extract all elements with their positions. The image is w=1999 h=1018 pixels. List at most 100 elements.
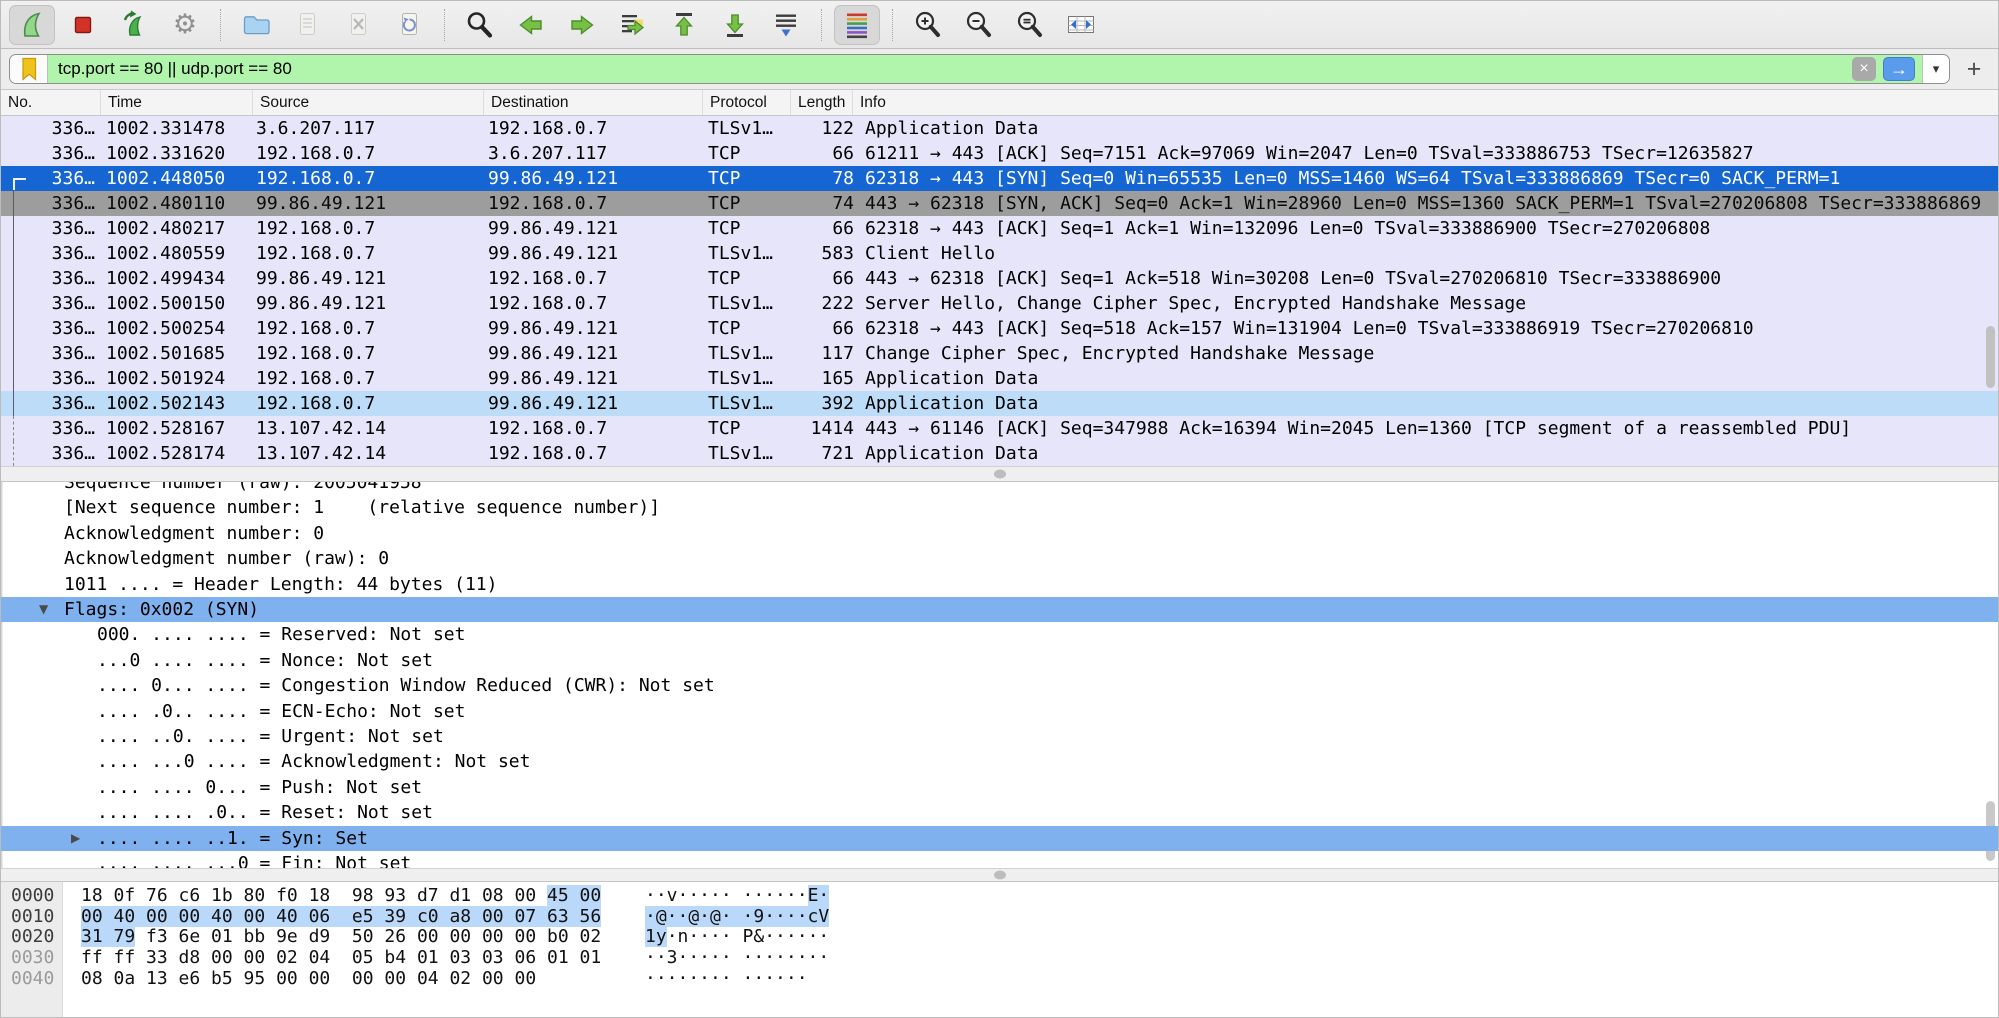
column-header-protocol[interactable]: Protocol	[702, 90, 790, 115]
filter-dropdown-button[interactable]: ▾	[1922, 55, 1949, 83]
capture-options-button[interactable]: ⚙	[162, 5, 208, 45]
packet-row[interactable]: 336…1002.331620192.168.0.73.6.207.117TCP…	[1, 141, 1998, 166]
start-capture-button[interactable]	[9, 5, 55, 45]
open-file-button[interactable]	[233, 5, 279, 45]
column-header-no[interactable]: No.	[1, 90, 100, 115]
packet-row[interactable]: 336…1002.501924192.168.0.799.86.49.121TL…	[1, 366, 1998, 391]
restart-capture-button[interactable]	[111, 5, 157, 45]
packet-row[interactable]: 336…1002.52817413.107.42.14192.168.0.7TL…	[1, 441, 1998, 466]
detail-line[interactable]: .... .... ...0 = Fin: Not set	[1, 851, 1998, 868]
detail-line[interactable]: .... .... 0... = Push: Not set	[1, 775, 1998, 800]
close-file-button[interactable]	[335, 5, 381, 45]
packet-row[interactable]: 336…1002.480559192.168.0.799.86.49.121TL…	[1, 241, 1998, 266]
zoom-out-button[interactable]	[956, 5, 1002, 45]
ascii-segment: ·n···· P&······	[667, 926, 830, 947]
pane-splitter-lower[interactable]	[1, 868, 1998, 882]
packet-row[interactable]: 336…1002.52816713.107.42.14192.168.0.7TC…	[1, 416, 1998, 441]
chevron-expanded-icon[interactable]: ▼	[39, 597, 48, 622]
packet-cell-protocol: TLSv1…	[708, 391, 788, 416]
filter-bookmark-button[interactable]	[10, 55, 48, 83]
save-file-button[interactable]	[284, 5, 330, 45]
hex-row[interactable]: 001000 40 00 00 40 00 40 06 e5 39 c0 a8 …	[1, 906, 1998, 927]
detail-line[interactable]: Acknowledgment number (raw): 0	[1, 546, 1998, 571]
packet-cell-no: 336…	[1, 391, 100, 416]
bookmark-icon	[19, 56, 39, 82]
detail-line[interactable]: Sequence number (raw): 2005041958	[1, 482, 1998, 495]
packet-row[interactable]: 336…1002.501685192.168.0.799.86.49.121TL…	[1, 341, 1998, 366]
detail-line[interactable]: .... ..0. .... = Urgent: Not set	[1, 724, 1998, 749]
packet-row[interactable]: 336…1002.502143192.168.0.799.86.49.121TL…	[1, 391, 1998, 416]
pane-splitter-upper[interactable]	[1, 466, 1998, 482]
go-to-top-button[interactable]	[661, 5, 707, 45]
detail-line[interactable]: .... .... .0.. = Reset: Not set	[1, 800, 1998, 825]
go-forward-button[interactable]	[559, 5, 605, 45]
colorize-button[interactable]	[834, 5, 880, 45]
packet-row[interactable]: 336…1002.480217192.168.0.799.86.49.121TC…	[1, 216, 1998, 241]
detail-line[interactable]: ▶.... .... ..1. = Syn: Set	[1, 826, 1998, 851]
filter-clear-button[interactable]: ×	[1852, 57, 1876, 81]
packet-cell-destination: 192.168.0.7	[488, 266, 700, 291]
detail-line[interactable]: 1011 .... = Header Length: 44 bytes (11)	[1, 572, 1998, 597]
zoom-in-button[interactable]	[905, 5, 951, 45]
packet-row[interactable]: 336…1002.448050192.168.0.799.86.49.121TC…	[1, 166, 1998, 191]
packet-list-scrollbar-thumb[interactable]	[1986, 326, 1995, 388]
packet-row[interactable]: 336…1002.48011099.86.49.121192.168.0.7TC…	[1, 191, 1998, 216]
packet-row[interactable]: 336…1002.500254192.168.0.799.86.49.121TC…	[1, 316, 1998, 341]
hex-row[interactable]: 004008 0a 13 e6 b5 95 00 00 00 00 04 02 …	[1, 968, 1998, 989]
column-header-time[interactable]: Time	[100, 90, 252, 115]
packet-cell-time: 1002.502143	[106, 391, 252, 416]
detail-line[interactable]: .... 0... .... = Congestion Window Reduc…	[1, 673, 1998, 698]
hex-row[interactable]: 002031 79 f3 6e 01 bb 9e d9 50 26 00 00 …	[1, 926, 1998, 947]
splitter-handle-dot[interactable]	[994, 470, 1006, 479]
packet-cell-time: 1002.501685	[106, 341, 252, 366]
column-header-info[interactable]: Info	[852, 90, 1998, 115]
packet-cell-source: 192.168.0.7	[256, 391, 481, 416]
detail-line[interactable]: ...0 .... .... = Nonce: Not set	[1, 648, 1998, 673]
detail-line[interactable]: [Next sequence number: 1 (relative seque…	[1, 495, 1998, 520]
stop-capture-button[interactable]	[60, 5, 106, 45]
hex-row[interactable]: 0030ff ff 33 d8 00 00 02 04 05 b4 01 03 …	[1, 947, 1998, 968]
detail-line[interactable]: .... ...0 .... = Acknowledgment: Not set	[1, 749, 1998, 774]
hex-row[interactable]: 000018 0f 76 c6 1b 80 f0 18 98 93 d7 d1 …	[1, 885, 1998, 906]
packet-cell-destination: 99.86.49.121	[488, 341, 700, 366]
detail-line[interactable]: Acknowledgment number: 0	[1, 521, 1998, 546]
splitter-handle-dot[interactable]	[994, 871, 1006, 880]
packet-cell-protocol: TLSv1…	[708, 291, 788, 316]
packet-cell-destination: 99.86.49.121	[488, 216, 700, 241]
packet-cell-protocol: TLSv1…	[708, 441, 788, 466]
packet-row[interactable]: 336…1002.3314783.6.207.117192.168.0.7TLS…	[1, 116, 1998, 141]
zoom-reset-button[interactable]	[1007, 5, 1053, 45]
packet-list-pane: No.TimeSourceDestinationProtocolLengthIn…	[1, 90, 1998, 466]
auto-scroll-button[interactable]	[763, 5, 809, 45]
hex-segment: 31 79	[81, 926, 135, 947]
filter-apply-button[interactable]: →	[1883, 57, 1915, 81]
packet-row[interactable]: 336…1002.50015099.86.49.121192.168.0.7TL…	[1, 291, 1998, 316]
filter-add-button[interactable]: +	[1962, 55, 1986, 84]
display-filter-input[interactable]: tcp.port == 80 || udp.port == 80	[48, 59, 1852, 79]
packet-cell-length: 117	[790, 341, 854, 366]
go-back-button[interactable]	[508, 5, 554, 45]
ascii-segment: E·	[808, 885, 830, 906]
packet-cell-info: 443 → 62318 [SYN, ACK] Seq=0 Ack=1 Win=2…	[865, 191, 1998, 216]
find-packet-button[interactable]	[457, 5, 503, 45]
column-header-length[interactable]: Length	[790, 90, 852, 115]
column-header-destination[interactable]: Destination	[483, 90, 702, 115]
packet-cell-protocol: TLSv1…	[708, 341, 788, 366]
packet-row[interactable]: 336…1002.49943499.86.49.121192.168.0.7TC…	[1, 266, 1998, 291]
go-to-bottom-button[interactable]	[712, 5, 758, 45]
detail-line[interactable]: .... .0.. .... = ECN-Echo: Not set	[1, 699, 1998, 724]
chevron-collapsed-icon[interactable]: ▶	[71, 826, 80, 851]
packet-cell-time: 1002.499434	[106, 266, 252, 291]
reload-file-button[interactable]	[386, 5, 432, 45]
display-filter-field[interactable]: tcp.port == 80 || udp.port == 80 × → ▾	[9, 54, 1950, 84]
go-to-packet-button[interactable]	[610, 5, 656, 45]
packet-list-rows: 336…1002.3314783.6.207.117192.168.0.7TLS…	[1, 116, 1998, 466]
resize-columns-button[interactable]	[1058, 5, 1104, 45]
packet-cell-time: 1002.480559	[106, 241, 252, 266]
packet-cell-time: 1002.501924	[106, 366, 252, 391]
packet-cell-destination: 192.168.0.7	[488, 191, 700, 216]
column-header-source[interactable]: Source	[252, 90, 483, 115]
detail-line[interactable]: 000. .... .... = Reserved: Not set	[1, 622, 1998, 647]
detail-line[interactable]: ▼Flags: 0x002 (SYN)	[1, 597, 1998, 622]
go-to-bottom-icon	[719, 9, 751, 41]
